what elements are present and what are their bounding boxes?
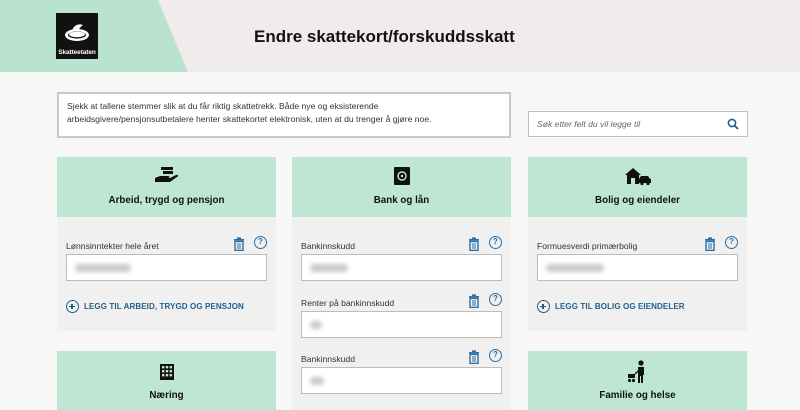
field-label: Lønnsinntekter hele året <box>66 241 159 251</box>
plus-circle-icon <box>66 300 79 313</box>
card-naering: Næring <box>57 351 276 410</box>
card-title: Bank og lån <box>373 195 430 206</box>
trash-icon[interactable] <box>468 294 480 308</box>
help-icon[interactable]: ? <box>489 293 502 306</box>
card-familie-og-helse: Familie og helse <box>528 351 747 410</box>
info-text: Sjekk at tallene stemmer slik at du får … <box>67 101 432 124</box>
card-bank-og-lan: Bank og lån Bankinnskudd ? Renter på ban… <box>292 157 511 410</box>
card-title: Familie og helse <box>599 390 676 401</box>
page-title: Endre skattekort/forskuddsskatt <box>254 27 515 46</box>
help-icon[interactable]: ? <box>489 236 502 249</box>
help-icon[interactable]: ? <box>725 236 738 249</box>
amount-input[interactable] <box>66 254 267 281</box>
card-header: Bank og lån <box>292 157 511 217</box>
plus-circle-icon <box>537 300 550 313</box>
skatteetaten-logo[interactable]: Skatteetaten <box>56 13 98 59</box>
header: Skatteetaten Endre skattekort/forskuddss… <box>0 0 800 72</box>
card-header: Næring <box>57 351 276 410</box>
search-input[interactable] <box>529 112 719 136</box>
hand-money-icon <box>154 167 178 182</box>
logo-text: Skatteetaten <box>58 49 96 56</box>
amount-input[interactable] <box>301 367 502 394</box>
building-icon <box>159 364 174 380</box>
card-title: Bolig og eiendeler <box>595 195 680 206</box>
add-link-label: LEGG TIL BOLIG OG EIENDELER <box>555 302 685 311</box>
trash-icon[interactable] <box>468 237 480 251</box>
field-label: Bankinnskudd <box>301 241 355 251</box>
house-car-icon <box>624 168 651 186</box>
info-box: Sjekk at tallene stemmer slik at du får … <box>57 92 511 138</box>
help-icon[interactable]: ? <box>489 349 502 362</box>
field-label: Formuesverdi primærbolig <box>537 241 638 251</box>
card-title: Næring <box>149 390 184 401</box>
card-header: Arbeid, trygd og pensjon <box>57 157 276 217</box>
search-icon[interactable] <box>727 118 739 130</box>
card-bolig-og-eiendeler: Bolig og eiendeler Formuesverdi primærbo… <box>528 157 747 331</box>
amount-input[interactable] <box>301 254 502 281</box>
trash-icon[interactable] <box>233 237 245 251</box>
field-search[interactable] <box>528 111 748 137</box>
card-title: Arbeid, trygd og pensjon <box>108 195 225 206</box>
card-header: Familie og helse <box>528 351 747 410</box>
field-label: Renter på bankinnskudd <box>301 298 395 308</box>
add-arbeid-link[interactable]: LEGG TIL ARBEID, TRYGD OG PENSJON <box>66 300 244 313</box>
safe-icon <box>393 167 410 185</box>
card-header: Bolig og eiendeler <box>528 157 747 217</box>
family-stroller-icon <box>627 360 644 383</box>
field-label: Bankinnskudd <box>301 354 355 364</box>
amount-input[interactable] <box>301 311 502 338</box>
add-bolig-link[interactable]: LEGG TIL BOLIG OG EIENDELER <box>537 300 685 313</box>
trash-icon[interactable] <box>468 350 480 364</box>
add-link-label: LEGG TIL ARBEID, TRYGD OG PENSJON <box>84 302 244 311</box>
amount-input[interactable] <box>537 254 738 281</box>
card-arbeid-trygd-pensjon: Arbeid, trygd og pensjon Lønnsinntekter … <box>57 157 276 331</box>
trash-icon[interactable] <box>704 237 716 251</box>
logo-mark-icon <box>65 24 89 41</box>
help-icon[interactable]: ? <box>254 236 267 249</box>
